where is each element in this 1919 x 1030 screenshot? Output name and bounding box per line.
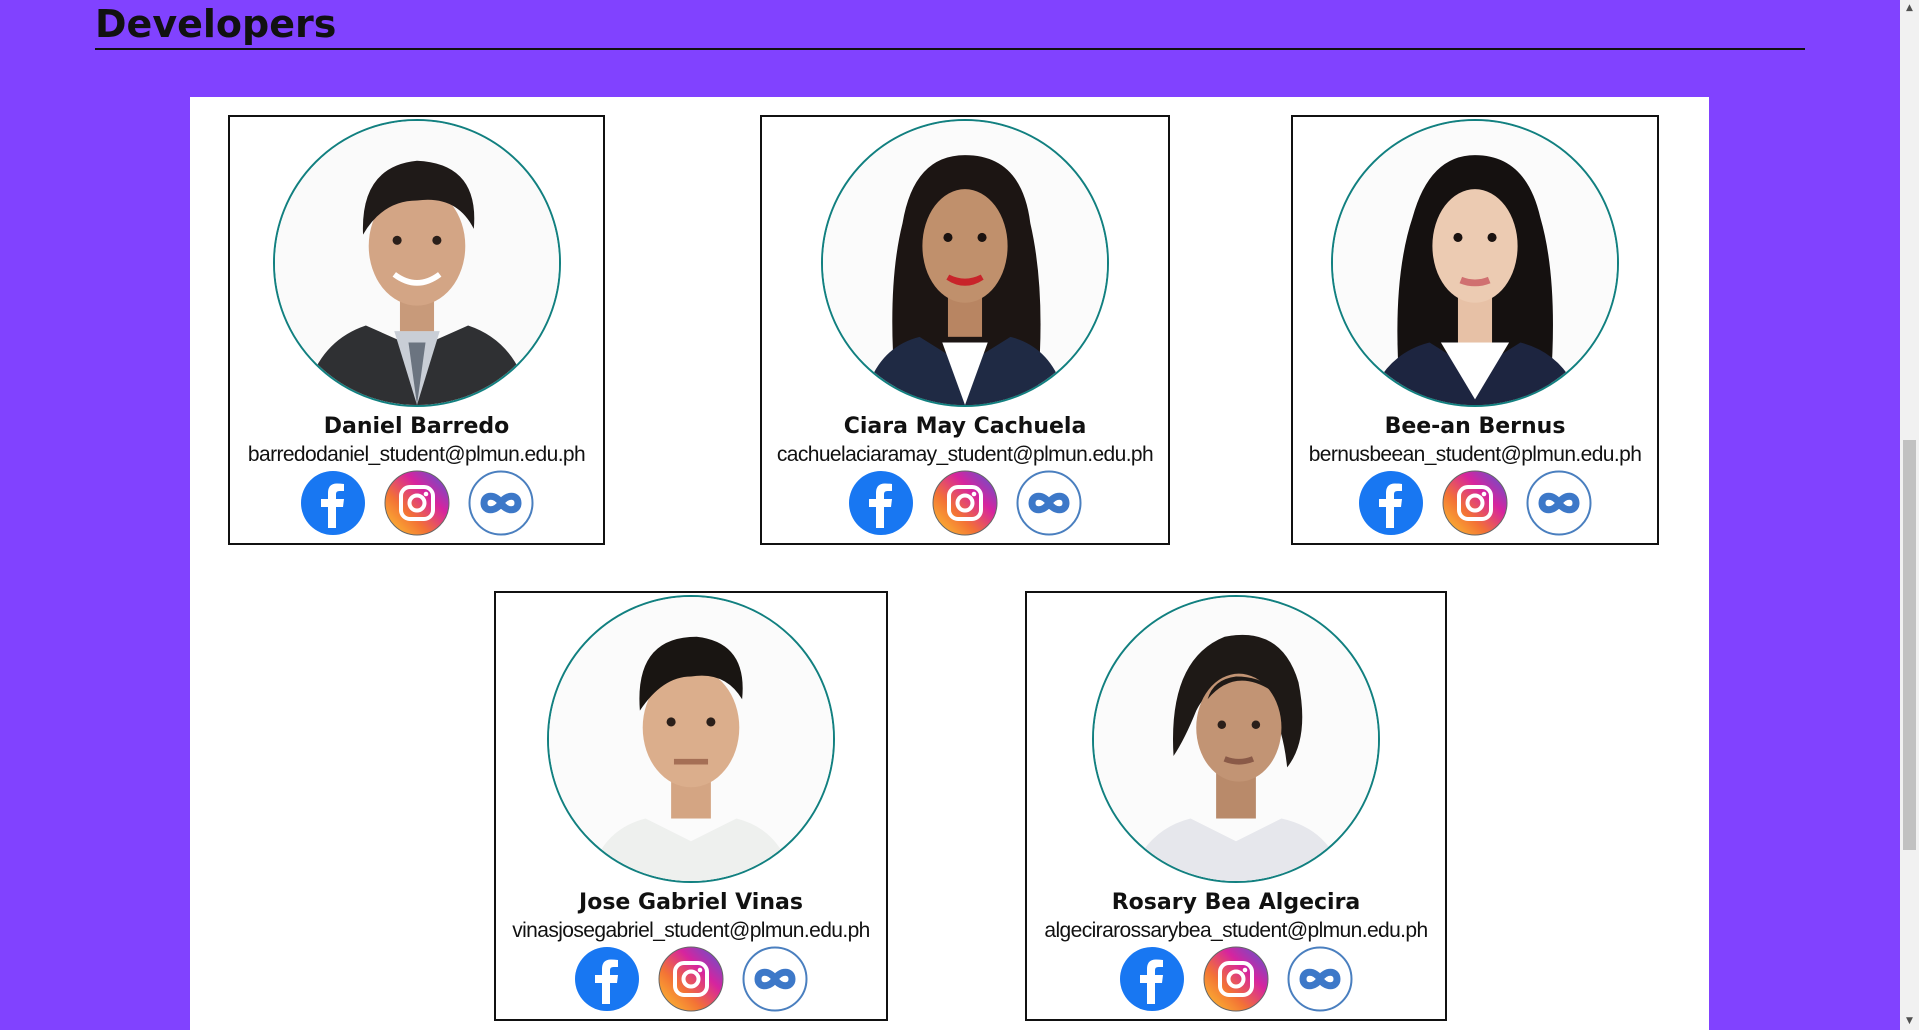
link-icon[interactable] bbox=[742, 946, 808, 1012]
instagram-icon[interactable] bbox=[932, 470, 998, 536]
person-photo-icon bbox=[1094, 597, 1378, 881]
link-icon[interactable] bbox=[468, 470, 534, 536]
developer-photo bbox=[547, 595, 835, 883]
social-links bbox=[762, 470, 1168, 536]
person-photo-icon bbox=[549, 597, 833, 881]
social-links bbox=[230, 470, 603, 536]
developer-name: Rosary Bea Algecira bbox=[1111, 890, 1361, 915]
link-icon[interactable] bbox=[1287, 946, 1353, 1012]
developer-email: bernusbeean_student@plmun.edu.ph bbox=[1308, 443, 1642, 466]
developer-card: Ciara May Cachuela cachuelaciaramay_stud… bbox=[760, 115, 1170, 545]
person-photo-icon bbox=[274, 121, 559, 405]
developer-email: cachuelaciaramay_student@plmun.edu.ph bbox=[776, 443, 1154, 466]
social-links bbox=[1293, 470, 1657, 536]
developer-email: algecirarossarybea_student@plmun.edu.ph bbox=[1044, 919, 1428, 942]
social-links bbox=[496, 946, 886, 1012]
facebook-icon[interactable] bbox=[574, 946, 640, 1012]
developer-name: Jose Gabriel Vinas bbox=[579, 890, 803, 915]
developers-panel: Daniel Barredo barredodaniel_student@plm… bbox=[190, 97, 1709, 1030]
instagram-icon[interactable] bbox=[658, 946, 724, 1012]
developer-card: Bee-an Bernus bernusbeean_student@plmun.… bbox=[1291, 115, 1659, 545]
facebook-icon[interactable] bbox=[300, 470, 366, 536]
developer-name: Bee-an Bernus bbox=[1384, 414, 1566, 439]
page: Developers Daniel Barredo barredodaniel_… bbox=[0, 0, 1919, 1030]
scroll-up-arrow-icon[interactable]: ▲ bbox=[1900, 0, 1919, 17]
vertical-scrollbar[interactable]: ▲ ▼ bbox=[1900, 0, 1919, 1030]
developer-photo bbox=[1092, 595, 1380, 883]
developer-email: vinasjosegabriel_student@plmun.edu.ph bbox=[512, 919, 870, 942]
facebook-icon[interactable] bbox=[1119, 946, 1185, 1012]
developer-photo bbox=[1331, 119, 1619, 407]
developer-email: barredodaniel_student@plmun.edu.ph bbox=[247, 443, 586, 466]
developer-card: Daniel Barredo barredodaniel_student@plm… bbox=[228, 115, 605, 545]
section-title: Developers bbox=[95, 2, 337, 46]
link-icon[interactable] bbox=[1526, 470, 1592, 536]
developer-card: Jose Gabriel Vinas vinasjosegabriel_stud… bbox=[494, 591, 888, 1021]
scrollbar-thumb[interactable] bbox=[1903, 440, 1916, 850]
developer-photo bbox=[272, 119, 561, 407]
developer-photo bbox=[821, 119, 1109, 407]
person-photo-icon bbox=[1333, 121, 1617, 405]
developer-name: Daniel Barredo bbox=[323, 414, 510, 439]
section-header: Developers bbox=[95, 0, 1805, 50]
person-photo-icon bbox=[823, 121, 1107, 405]
scroll-down-arrow-icon[interactable]: ▼ bbox=[1900, 1013, 1919, 1030]
instagram-icon[interactable] bbox=[1203, 946, 1269, 1012]
facebook-icon[interactable] bbox=[848, 470, 914, 536]
facebook-icon[interactable] bbox=[1358, 470, 1424, 536]
instagram-icon[interactable] bbox=[384, 470, 450, 536]
social-links bbox=[1027, 946, 1445, 1012]
developer-card: Rosary Bea Algecira algecirarossarybea_s… bbox=[1025, 591, 1447, 1021]
instagram-icon[interactable] bbox=[1442, 470, 1508, 536]
developer-name: Ciara May Cachuela bbox=[843, 414, 1087, 439]
link-icon[interactable] bbox=[1016, 470, 1082, 536]
